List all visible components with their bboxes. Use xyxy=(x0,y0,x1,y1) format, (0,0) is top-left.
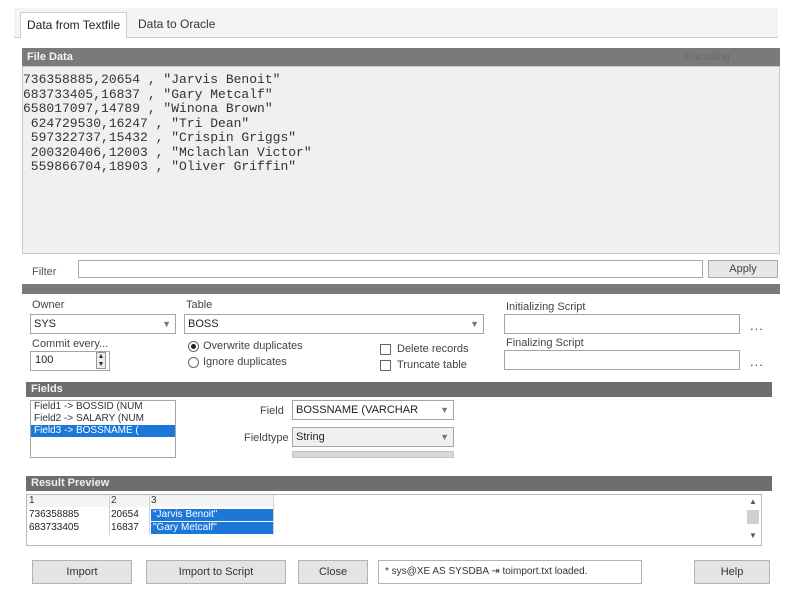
owner-value: SYS xyxy=(34,318,57,330)
table-cell: 683733405 xyxy=(29,522,80,533)
finalizing-script-input[interactable] xyxy=(504,350,740,370)
status-text: * sys@XE AS SYSDBA ⇥ toimport.txt loaded… xyxy=(378,560,642,584)
column-header[interactable]: 2 xyxy=(109,495,149,507)
table-cell-selected: "Gary Metcalf" xyxy=(151,522,273,534)
file-line: 597322737,15432 , "Crispin Griggs" xyxy=(23,130,297,145)
field-list-item[interactable]: Field1 -> BOSSID (NUM xyxy=(31,401,175,413)
apply-button[interactable]: Apply xyxy=(708,260,778,278)
result-preview-header: Result Preview xyxy=(26,476,772,491)
ignore-duplicates-label: Ignore duplicates xyxy=(203,356,287,368)
file-line: 736358885,20654 , "Jarvis Benoit" xyxy=(23,72,281,87)
truncate-table-checkbox[interactable] xyxy=(380,360,391,371)
table-cell: 16837 xyxy=(111,522,139,533)
column-divider xyxy=(109,495,110,535)
preview-scrollbar[interactable]: ▲ ▼ xyxy=(747,497,759,543)
file-line: 559866704,18903 , "Oliver Griffin" xyxy=(23,159,297,174)
file-data-textarea[interactable]: 736358885,20654 , "Jarvis Benoit" 683733… xyxy=(22,66,780,254)
final-script-browse-button[interactable]: ... xyxy=(750,354,764,369)
field-value: BOSSNAME (VARCHAR xyxy=(296,404,419,416)
file-data-header: File Data Encoding xyxy=(22,48,780,66)
chevron-down-icon: ▼ xyxy=(470,319,479,329)
commit-every-value: 100 xyxy=(35,354,54,366)
file-data-title: File Data xyxy=(27,51,73,63)
file-line: 200320406,12003 , "Mclachlan Victor" xyxy=(23,144,312,160)
import-to-script-button[interactable]: Import to Script xyxy=(146,560,286,584)
encoding-label[interactable]: Encoding xyxy=(684,48,730,66)
result-preview-table[interactable]: 1 2 3 736358885 20654 "Jarvis Benoit" 68… xyxy=(26,494,762,546)
field-list-item[interactable]: Field2 -> SALARY (NUM xyxy=(31,413,175,425)
column-divider xyxy=(149,495,150,535)
chevron-down-icon: ▼ xyxy=(440,432,449,442)
tab-data-from-textfile[interactable]: Data from Textfile xyxy=(20,12,128,38)
destination-header xyxy=(22,284,780,294)
scroll-up-icon[interactable]: ▲ xyxy=(749,497,757,506)
filter-label: Filter xyxy=(32,266,57,278)
scrollbar-thumb[interactable] xyxy=(747,510,759,524)
owner-label: Owner xyxy=(32,299,65,311)
filter-input[interactable] xyxy=(78,260,703,278)
fieldtype-label: Fieldtype xyxy=(244,432,289,444)
owner-select[interactable]: SYS ▼ xyxy=(30,314,176,334)
field-format-input[interactable] xyxy=(292,451,454,458)
initializing-script-label: Initializing Script xyxy=(506,301,586,313)
table-cell-selected: "Jarvis Benoit" xyxy=(151,509,273,521)
commit-every-label: Commit every... xyxy=(32,338,109,350)
init-script-browse-button[interactable]: ... xyxy=(750,318,764,333)
field-select[interactable]: BOSSNAME (VARCHAR ▼ xyxy=(292,400,454,420)
tab-data-to-oracle[interactable]: Data to Oracle xyxy=(132,12,221,38)
close-button[interactable]: Close xyxy=(298,560,368,584)
finalizing-script-label: Finalizing Script xyxy=(506,337,584,349)
file-line: 683733405,16837 , "Gary Metcalf" xyxy=(23,86,273,102)
field-label: Field xyxy=(260,405,284,417)
table-cell: 736358885 xyxy=(29,509,80,520)
fields-header: Fields xyxy=(26,382,772,397)
column-header[interactable]: 3 xyxy=(149,495,273,507)
table-select[interactable]: BOSS ▼ xyxy=(184,314,484,334)
file-line: 658017097,14789 , "Winona Brown" xyxy=(23,101,273,116)
import-button[interactable]: Import xyxy=(32,560,132,584)
initializing-script-input[interactable] xyxy=(504,314,740,334)
chevron-down-icon: ▼ xyxy=(162,319,171,329)
table-cell: 20654 xyxy=(111,509,139,520)
ignore-duplicates-radio[interactable] xyxy=(188,357,199,368)
fieldtype-value: String xyxy=(296,431,325,443)
delete-records-checkbox[interactable] xyxy=(380,344,391,355)
overwrite-duplicates-label: Overwrite duplicates xyxy=(203,340,303,352)
chevron-down-icon: ▼ xyxy=(440,405,449,415)
truncate-table-label: Truncate table xyxy=(397,359,467,371)
field-list-item-selected[interactable]: Field3 -> BOSSNAME ( xyxy=(31,425,175,437)
help-button[interactable]: Help xyxy=(694,560,770,584)
table-label: Table xyxy=(186,299,213,311)
scroll-down-icon[interactable]: ▼ xyxy=(749,531,757,540)
table-value: BOSS xyxy=(188,318,219,330)
spinner-arrows-icon[interactable]: ▲ ▼ xyxy=(96,352,106,369)
tab-strip xyxy=(14,8,778,38)
fields-listbox[interactable]: Field1 -> BOSSID (NUM Field2 -> SALARY (… xyxy=(30,400,176,458)
column-header[interactable]: 1 xyxy=(27,495,109,507)
delete-records-label: Delete records xyxy=(397,343,469,355)
overwrite-duplicates-radio[interactable] xyxy=(188,341,199,352)
fieldtype-select[interactable]: String ▼ xyxy=(292,427,454,447)
column-divider xyxy=(273,495,274,535)
file-line: 624729530,16247 , "Tri Dean" xyxy=(23,115,250,131)
